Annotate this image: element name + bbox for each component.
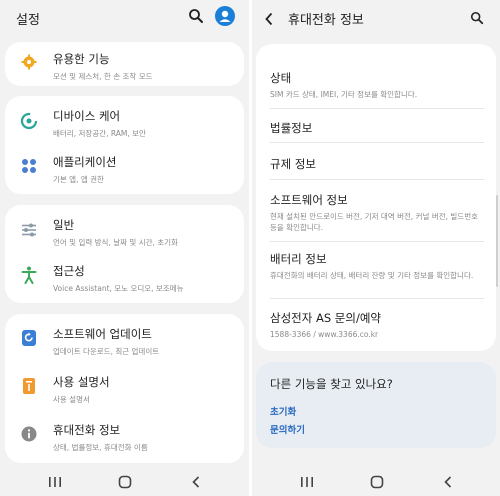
gear-icon bbox=[20, 53, 38, 71]
item-subtitle: 1588-3366 / www.3366.co.kr bbox=[270, 330, 379, 339]
back-icon[interactable] bbox=[442, 474, 454, 493]
about-item-battery-info[interactable]: 배터리 정보 휴대전화의 배터리 상태, 배터리 잔량 및 기타 정보를 확인합… bbox=[270, 251, 484, 281]
sliders-icon bbox=[20, 221, 38, 239]
item-subtitle: 사용 설명서 bbox=[53, 395, 90, 404]
item-title: 규제 정보 bbox=[270, 157, 316, 171]
item-subtitle: SIM 카드 상태, IMEI, 기타 정보를 확인합니다. bbox=[270, 90, 418, 99]
profile-icon[interactable] bbox=[215, 6, 235, 30]
manual-icon bbox=[20, 377, 38, 395]
home-icon[interactable] bbox=[370, 474, 384, 493]
recent-apps-icon[interactable] bbox=[300, 474, 314, 493]
item-title: 배터리 정보 bbox=[270, 252, 327, 266]
settings-card-useful: 유용한 기능 모션 및 제스처, 한 손 조작 모드 bbox=[5, 42, 244, 86]
item-subtitle: 기본 앱, 앱 권한 bbox=[53, 175, 104, 184]
item-subtitle: 현재 설치된 안드로이드 버전, 기저 대역 버전, 커널 버전, 빌드번호 등… bbox=[270, 212, 479, 232]
about-phone-pane: 휴대전화 정보 상태 SIM 카드 상태, IMEI, 기타 정보를 확인합니다… bbox=[252, 0, 500, 496]
divider bbox=[270, 179, 484, 180]
settings-item-useful-features[interactable]: 유용한 기능 모션 및 제스처, 한 손 조작 모드 bbox=[5, 51, 244, 81]
item-subtitle: 업데이트 다운로드, 최근 업데이트 bbox=[53, 347, 160, 356]
settings-card-about: 소프트웨어 업데이트 업데이트 다운로드, 최근 업데이트 사용 설명서 사용 … bbox=[5, 314, 244, 463]
back-icon[interactable] bbox=[190, 474, 202, 493]
item-title: 접근성 bbox=[53, 264, 85, 278]
item-title: 삼성전자 AS 문의/예약 bbox=[270, 311, 381, 325]
back-arrow-icon[interactable] bbox=[264, 11, 274, 30]
divider bbox=[270, 241, 484, 242]
item-title: 사용 설명서 bbox=[53, 375, 110, 389]
page-title: 설정 bbox=[16, 12, 40, 28]
navigation-bar bbox=[252, 466, 500, 496]
item-subtitle: 모션 및 제스처, 한 손 조작 모드 bbox=[53, 72, 153, 81]
about-item-legal[interactable]: 법률정보 bbox=[270, 120, 484, 136]
item-title: 소프트웨어 업데이트 bbox=[53, 327, 152, 341]
divider bbox=[270, 108, 484, 109]
scrollbar[interactable] bbox=[496, 195, 498, 287]
software-update-icon bbox=[20, 329, 38, 347]
help-card: 다른 기능을 찾고 있나요? 초기화 문의하기 bbox=[256, 362, 496, 448]
reset-link[interactable]: 초기화 bbox=[270, 404, 296, 418]
about-header: 휴대전화 정보 bbox=[252, 0, 500, 36]
item-title: 소프트웨어 정보 bbox=[270, 193, 348, 207]
settings-item-about-phone[interactable]: 휴대전화 정보 상태, 법률정보, 휴대전화 이름 bbox=[5, 422, 244, 456]
item-title: 상태 bbox=[270, 71, 292, 85]
item-title: 휴대전화 정보 bbox=[53, 423, 121, 437]
settings-item-software-update[interactable]: 소프트웨어 업데이트 업데이트 다운로드, 최근 업데이트 bbox=[5, 326, 244, 360]
info-icon bbox=[20, 425, 38, 443]
settings-item-accessibility[interactable]: 접근성 Voice Assistant, 모노 오디오, 보조메뉴 bbox=[5, 263, 244, 297]
search-icon[interactable] bbox=[470, 10, 484, 29]
settings-item-applications[interactable]: 애플리케이션 기본 앱, 앱 권한 bbox=[5, 154, 244, 188]
settings-pane: 설정 유용한 기능 모션 및 제스처, 한 손 조작 모드 디바이스 케어 배터… bbox=[0, 0, 249, 496]
accessibility-icon bbox=[20, 266, 38, 284]
divider bbox=[270, 142, 484, 143]
item-subtitle: 상태, 법률정보, 휴대전화 이름 bbox=[53, 443, 148, 452]
settings-card-device: 디바이스 케어 배터리, 저장공간, RAM, 보안 애플리케이션 기본 앱, … bbox=[5, 96, 244, 194]
item-title: 디바이스 케어 bbox=[53, 109, 121, 123]
settings-item-device-care[interactable]: 디바이스 케어 배터리, 저장공간, RAM, 보안 bbox=[5, 108, 244, 142]
settings-card-general: 일반 언어 및 입력 방식, 날짜 및 시간, 초기화 접근성 Voice As… bbox=[5, 205, 244, 303]
settings-item-user-manual[interactable]: 사용 설명서 사용 설명서 bbox=[5, 374, 244, 408]
contact-link[interactable]: 문의하기 bbox=[270, 422, 305, 436]
about-item-status[interactable]: 상태 SIM 카드 상태, IMEI, 기타 정보를 확인합니다. bbox=[270, 70, 484, 100]
divider bbox=[270, 298, 484, 299]
settings-header: 설정 bbox=[0, 0, 249, 36]
item-subtitle: Voice Assistant, 모노 오디오, 보조메뉴 bbox=[53, 284, 184, 293]
page-title: 휴대전화 정보 bbox=[288, 12, 364, 28]
about-item-samsung-as[interactable]: 삼성전자 AS 문의/예약 1588-3366 / www.3366.co.kr bbox=[270, 310, 484, 340]
help-title: 다른 기능을 찾고 있나요? bbox=[270, 377, 393, 391]
about-list-card: 상태 SIM 카드 상태, IMEI, 기타 정보를 확인합니다. 법률정보 규… bbox=[256, 44, 496, 351]
item-title: 유용한 기능 bbox=[53, 52, 110, 66]
apps-icon bbox=[20, 157, 38, 175]
settings-item-general[interactable]: 일반 언어 및 입력 방식, 날짜 및 시간, 초기화 bbox=[5, 217, 244, 251]
home-icon[interactable] bbox=[118, 474, 132, 493]
item-title: 일반 bbox=[53, 218, 75, 232]
search-icon[interactable] bbox=[188, 8, 204, 28]
item-title: 법률정보 bbox=[270, 121, 313, 135]
navigation-bar bbox=[0, 466, 249, 496]
about-item-regulatory[interactable]: 규제 정보 bbox=[270, 156, 484, 172]
item-subtitle: 언어 및 입력 방식, 날짜 및 시간, 초기화 bbox=[53, 238, 178, 247]
item-subtitle: 배터리, 저장공간, RAM, 보안 bbox=[53, 129, 146, 138]
item-subtitle: 휴대전화의 배터리 상태, 배터리 잔량 및 기타 정보를 확인합니다. bbox=[270, 271, 474, 280]
recent-apps-icon[interactable] bbox=[48, 474, 62, 493]
device-care-icon bbox=[20, 112, 38, 130]
about-item-software-info[interactable]: 소프트웨어 정보 현재 설치된 안드로이드 버전, 기저 대역 버전, 커널 버… bbox=[270, 192, 484, 233]
item-title: 애플리케이션 bbox=[53, 155, 117, 169]
screen: 설정 유용한 기능 모션 및 제스처, 한 손 조작 모드 디바이스 케어 배터… bbox=[0, 0, 500, 496]
